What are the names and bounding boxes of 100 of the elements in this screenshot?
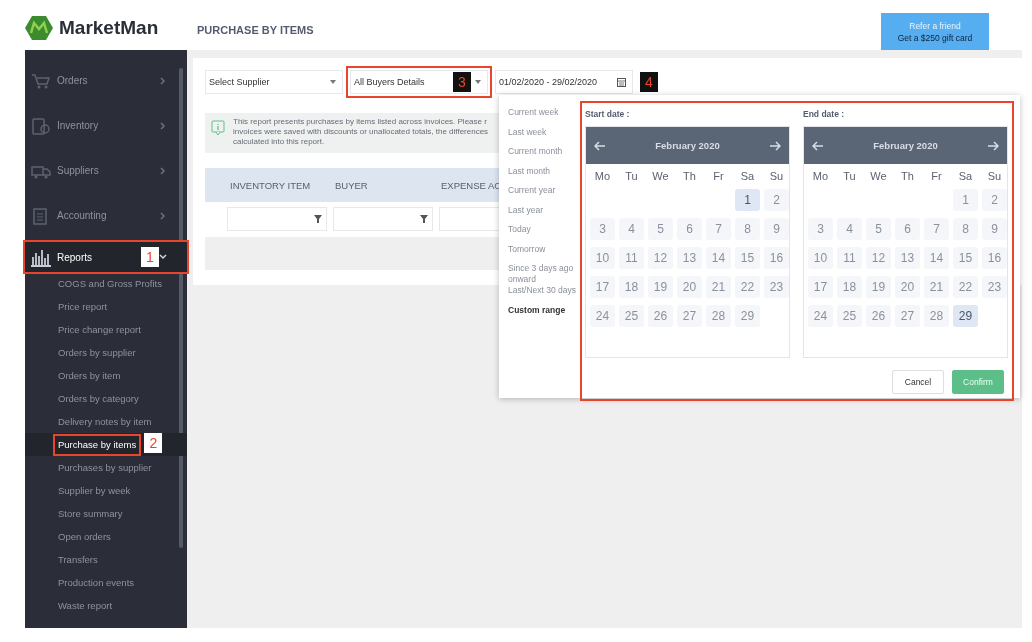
calendar-day[interactable]: 23 (764, 276, 789, 298)
calendar-day[interactable]: 18 (619, 276, 644, 298)
sidebar-subitem[interactable]: Transfers (55, 551, 101, 569)
calendar-day[interactable]: 22 (735, 276, 760, 298)
range-option[interactable]: Custom range (508, 304, 580, 324)
calendar-day[interactable]: 21 (706, 276, 731, 298)
calendar-day[interactable]: 28 (706, 305, 731, 327)
range-option[interactable]: Current month (508, 146, 580, 166)
calendar-day[interactable]: 19 (866, 276, 891, 298)
calendar-day[interactable]: 3 (590, 218, 615, 240)
calendar-day[interactable]: 25 (837, 305, 862, 327)
date-range-field[interactable]: 01/02/2020 - 29/02/2020 (495, 70, 633, 94)
select-field[interactable]: Select Supplier (205, 70, 343, 94)
calendar-day[interactable]: 19 (648, 276, 673, 298)
filter-field[interactable] (333, 207, 433, 231)
calendar-day[interactable]: 3 (808, 218, 833, 240)
sidebar-subitem[interactable]: Price report (55, 298, 111, 316)
previous-arrow-icon[interactable] (594, 140, 606, 151)
calendar-day[interactable]: 18 (837, 276, 862, 298)
calendar-day[interactable]: 20 (895, 276, 920, 298)
sidebar-subitem[interactable]: Store summary (55, 505, 126, 523)
calendar-day[interactable]: 5 (648, 218, 673, 240)
calendar-day[interactable]: 5 (866, 218, 891, 240)
range-option[interactable]: Current year (508, 185, 580, 205)
next-arrow-icon[interactable] (769, 140, 781, 151)
cancel-button[interactable]: Cancel (892, 370, 944, 394)
calendar-day[interactable]: 13 (895, 247, 920, 269)
calendar-day[interactable]: 26 (648, 305, 673, 327)
calendar-day[interactable]: 17 (808, 276, 833, 298)
calendar-day[interactable]: 14 (706, 247, 731, 269)
calendar-day[interactable]: 2 (764, 189, 789, 211)
previous-arrow-icon[interactable] (812, 140, 824, 151)
calendar-day[interactable]: 24 (808, 305, 833, 327)
sidebar-item[interactable]: Accounting (25, 193, 187, 238)
calendar-day[interactable]: 1 (953, 189, 978, 211)
calendar-day[interactable]: 16 (764, 247, 789, 269)
calendar-day[interactable]: 24 (590, 305, 615, 327)
calendar-day[interactable]: 27 (895, 305, 920, 327)
calendar-day[interactable]: 21 (924, 276, 949, 298)
sidebar-item[interactable]: Suppliers (25, 148, 187, 193)
range-option[interactable]: Last week (508, 126, 580, 146)
calendar-day[interactable]: 2 (982, 189, 1007, 211)
calendar-day[interactable]: 29 (953, 305, 978, 327)
calendar-day[interactable]: 10 (590, 247, 615, 269)
calendar-day[interactable]: 11 (619, 247, 644, 269)
sidebar-subitem[interactable]: Orders by item (55, 367, 124, 385)
sidebar-subitem[interactable]: Open orders (55, 528, 114, 546)
calendar-day[interactable]: 7 (706, 218, 731, 240)
range-option[interactable]: Today (508, 224, 580, 244)
sidebar-item[interactable]: Inventory (25, 103, 187, 148)
range-option[interactable]: Last/Next 30 days (508, 285, 580, 305)
range-option[interactable]: Tomorrow (508, 243, 580, 263)
sidebar-item[interactable]: Reports 1 (25, 242, 187, 272)
calendar-day[interactable]: 4 (837, 218, 862, 240)
sidebar-subitem[interactable]: Orders by supplier (55, 344, 139, 362)
calendar-day[interactable]: 1 (735, 189, 760, 211)
sidebar-subitem[interactable]: Delivery notes by item (55, 413, 155, 431)
range-option[interactable]: Current week (508, 107, 580, 127)
calendar-day[interactable]: 7 (924, 218, 949, 240)
calendar-day[interactable]: 25 (619, 305, 644, 327)
calendar-day[interactable]: 13 (677, 247, 702, 269)
calendar-day[interactable]: 14 (924, 247, 949, 269)
filter-field[interactable] (227, 207, 327, 231)
sidebar-subitem[interactable]: COGS and Gross Profits (55, 275, 165, 293)
range-option[interactable]: Since 3 days ago onward (508, 263, 580, 285)
sidebar-subitem[interactable]: Production events (55, 574, 138, 592)
calendar-day[interactable]: 8 (953, 218, 978, 240)
calendar-day[interactable]: 9 (764, 218, 789, 240)
sidebar-subitem[interactable]: Price change report (55, 321, 144, 339)
calendar-day[interactable]: 6 (677, 218, 702, 240)
range-option[interactable]: Last year (508, 204, 580, 224)
confirm-button[interactable]: Confirm (952, 370, 1004, 394)
calendar-day[interactable]: 20 (677, 276, 702, 298)
calendar-day[interactable]: 27 (677, 305, 702, 327)
sidebar-subitem[interactable]: Purchases by supplier (55, 459, 155, 477)
calendar-day[interactable]: 16 (982, 247, 1007, 269)
sidebar-item[interactable]: Orders (25, 58, 187, 103)
calendar-day[interactable]: 17 (590, 276, 615, 298)
calendar-day[interactable]: 26 (866, 305, 891, 327)
sidebar-subitem[interactable]: Waste report (55, 597, 116, 615)
sidebar-subitem[interactable]: Purchase by items (55, 436, 140, 454)
calendar-day[interactable]: 6 (895, 218, 920, 240)
sidebar-subitem[interactable]: Supplier by week (55, 482, 134, 500)
refer-friend-button[interactable]: Refer a friend Get a $250 gift card (881, 13, 989, 50)
next-arrow-icon[interactable] (987, 140, 999, 151)
calendar-day[interactable]: 23 (982, 276, 1007, 298)
calendar-day[interactable]: 15 (735, 247, 760, 269)
calendar-day[interactable]: 8 (735, 218, 760, 240)
calendar-day[interactable]: 15 (953, 247, 978, 269)
calendar-day[interactable]: 11 (837, 247, 862, 269)
range-option[interactable]: Last month (508, 165, 580, 185)
calendar-day[interactable]: 22 (953, 276, 978, 298)
calendar-day[interactable]: 4 (619, 218, 644, 240)
calendar-day[interactable]: 29 (735, 305, 760, 327)
sidebar-subitem[interactable]: Orders by category (55, 390, 142, 408)
calendar-day[interactable]: 10 (808, 247, 833, 269)
calendar-day[interactable]: 12 (866, 247, 891, 269)
calendar-day[interactable]: 9 (982, 218, 1007, 240)
calendar-day[interactable]: 12 (648, 247, 673, 269)
calendar-day[interactable]: 28 (924, 305, 949, 327)
